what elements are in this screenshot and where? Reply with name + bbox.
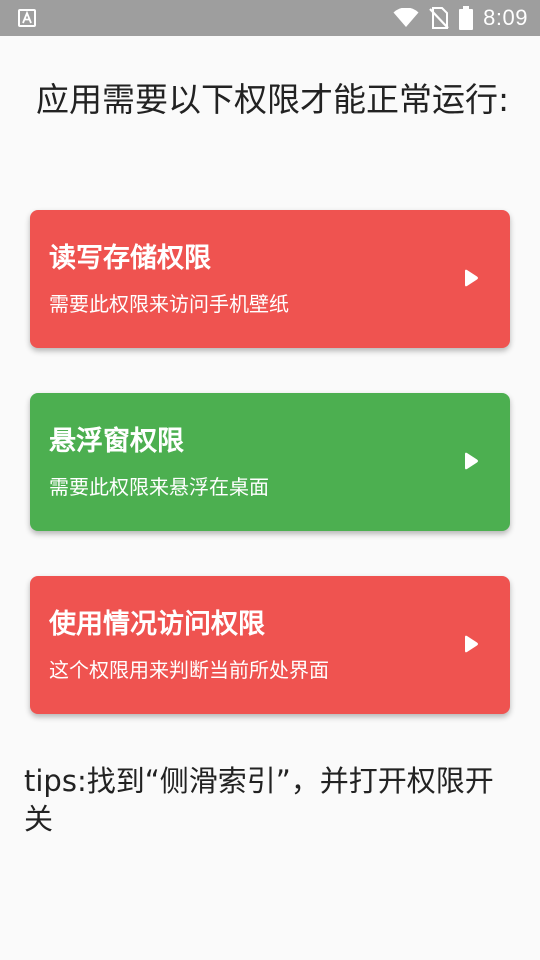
storage-permission-description: 需要此权限来访问手机壁纸 xyxy=(49,292,289,316)
status-time: 8:09 xyxy=(483,5,528,30)
play-arrow-icon xyxy=(462,451,480,471)
usage-access-permission-description: 这个权限用来判断当前所处界面 xyxy=(49,658,329,682)
play-arrow-icon xyxy=(462,634,480,654)
tips-text: tips:找到“侧滑索引”，并打开权限开关 xyxy=(24,764,494,836)
wifi-icon xyxy=(393,8,419,28)
play-arrow-icon xyxy=(462,268,480,288)
no-sim-icon xyxy=(429,7,449,29)
storage-permission-title: 读写存储权限 xyxy=(49,243,211,274)
overlay-permission-card[interactable]: 悬浮窗权限 需要此权限来悬浮在桌面 xyxy=(30,393,510,531)
overlay-permission-description: 需要此权限来悬浮在桌面 xyxy=(49,475,269,499)
status-bar: 8:09 xyxy=(0,0,540,36)
usage-access-permission-title: 使用情况访问权限 xyxy=(49,609,265,640)
overlay-permission-title: 悬浮窗权限 xyxy=(49,426,184,457)
battery-icon xyxy=(459,6,474,30)
usage-access-permission-card[interactable]: 使用情况访问权限 这个权限用来判断当前所处界面 xyxy=(30,576,510,714)
storage-permission-card[interactable]: 读写存储权限 需要此权限来访问手机壁纸 xyxy=(30,210,510,348)
a-letter-icon xyxy=(18,9,36,27)
page-title: 应用需要以下权限才能正常运行: xyxy=(36,80,510,119)
